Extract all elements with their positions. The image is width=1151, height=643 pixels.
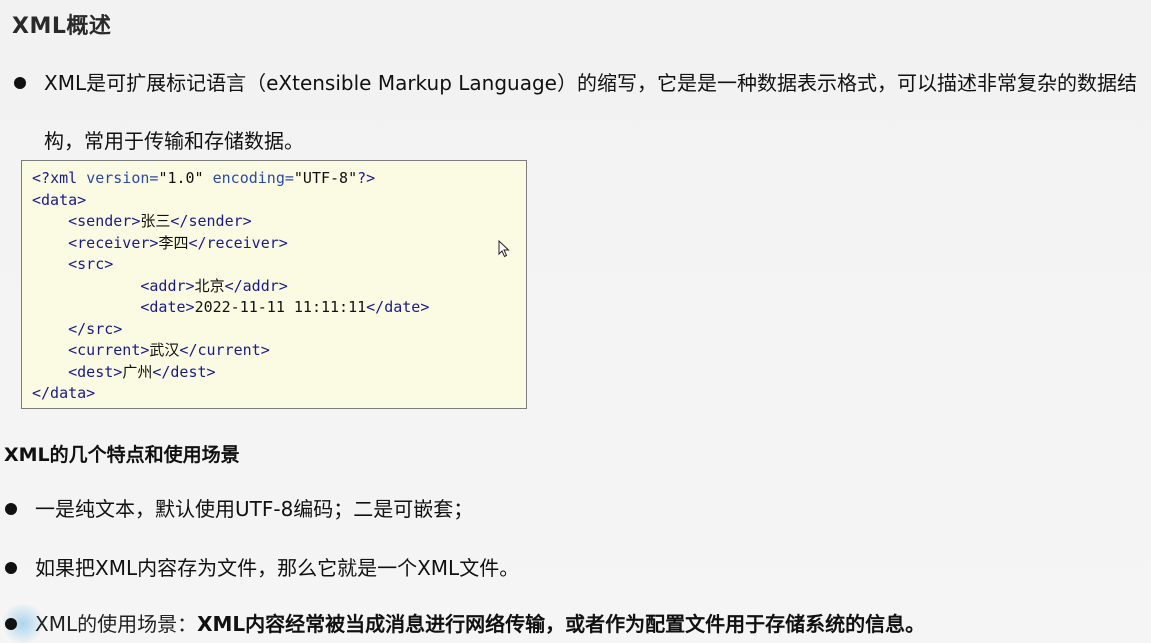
code-token: <? <box>32 169 51 187</box>
code-token: 广州 <box>122 362 153 381</box>
code-token: <dest> <box>68 362 123 381</box>
code-token: </date> <box>366 298 430 316</box>
code-token: </dest> <box>152 362 216 381</box>
feature-prefix: XML的使用场景： <box>35 612 198 636</box>
feature-strong-text: XML内容经常被当成消息进行网络传输，或者作为配置文件用于存储系统的信息。 <box>197 612 926 636</box>
code-token: </current> <box>179 341 270 359</box>
bullet-dot-icon <box>14 77 26 89</box>
code-line: <?xml version="1.0" encoding="UTF-8"?> <box>32 168 526 190</box>
bullet-dot-icon <box>5 503 17 515</box>
feature-item: XML的使用场景：XML内容经常被当成消息进行网络传输，或者作为配置文件用于存储… <box>5 611 1145 637</box>
intro-text: XML是可扩展标记语言（eXtensible Markup Language）的… <box>44 71 1137 153</box>
code-line: <src> <box>32 254 526 276</box>
code-token: "UTF-8" <box>293 169 358 187</box>
code-token: <sender> <box>68 212 141 230</box>
feature-text: 一是纯文本，默认使用UTF-8编码；二是可嵌套； <box>35 497 474 521</box>
code-token: 北京 <box>194 276 225 295</box>
code-token: </addr> <box>224 276 288 295</box>
bullet-dot-icon <box>5 562 17 574</box>
code-line: <sender>张三</sender> <box>32 211 526 233</box>
xml-code-block: <?xml version="1.0" encoding="UTF-8"?> <d… <box>21 160 527 409</box>
code-token: 李四 <box>158 233 189 252</box>
code-token: version= <box>86 169 159 187</box>
code-line: <dest>广州</dest> <box>32 362 526 384</box>
code-token: <src> <box>68 255 114 273</box>
slide-page: XML概述 XML是可扩展标记语言（eXtensible Markup Lang… <box>0 0 1151 643</box>
bullet-dot-icon <box>5 618 17 630</box>
code-token: 张三 <box>140 212 171 230</box>
code-line: <receiver>李四</receiver> <box>32 233 526 255</box>
feature-text: 如果把XML内容存为文件，那么它就是一个XML文件。 <box>35 556 520 580</box>
code-token: </data> <box>32 384 96 402</box>
code-token: ?> <box>357 169 376 187</box>
code-token: <current> <box>68 341 150 359</box>
feature-item: 如果把XML内容存为文件，那么它就是一个XML文件。 <box>5 555 1145 581</box>
code-token: <receiver> <box>68 233 159 252</box>
code-line: </src> <box>32 319 526 341</box>
code-token: </receiver> <box>188 233 288 252</box>
code-line: <data> <box>32 190 526 212</box>
code-token: <date> <box>140 298 195 316</box>
code-token: </src> <box>68 319 123 338</box>
code-line: <addr>北京</addr> <box>32 276 526 298</box>
intro-bullet: XML是可扩展标记语言（eXtensible Markup Language）的… <box>14 68 1144 170</box>
code-line: <current>武汉</current> <box>32 340 526 362</box>
page-title: XML概述 <box>12 14 112 39</box>
code-line: </data> <box>32 383 526 405</box>
code-token: 武汉 <box>149 341 180 359</box>
code-token: encoding= <box>212 169 294 187</box>
code-token: 2022-11-11 11:11:11 <box>194 298 367 316</box>
feature-item: 一是纯文本，默认使用UTF-8编码；二是可嵌套； <box>5 496 1145 522</box>
code-token: "1.0" <box>158 169 213 187</box>
mouse-pointer-icon <box>498 240 510 258</box>
code-token: <addr> <box>140 276 195 295</box>
code-token: </sender> <box>170 212 252 230</box>
code-token: xml <box>50 169 87 187</box>
code-token: <data> <box>32 190 87 209</box>
code-line: <date>2022-11-11 11:11:11</date> <box>32 297 526 319</box>
features-heading: XML的几个特点和使用场景 <box>4 444 240 466</box>
